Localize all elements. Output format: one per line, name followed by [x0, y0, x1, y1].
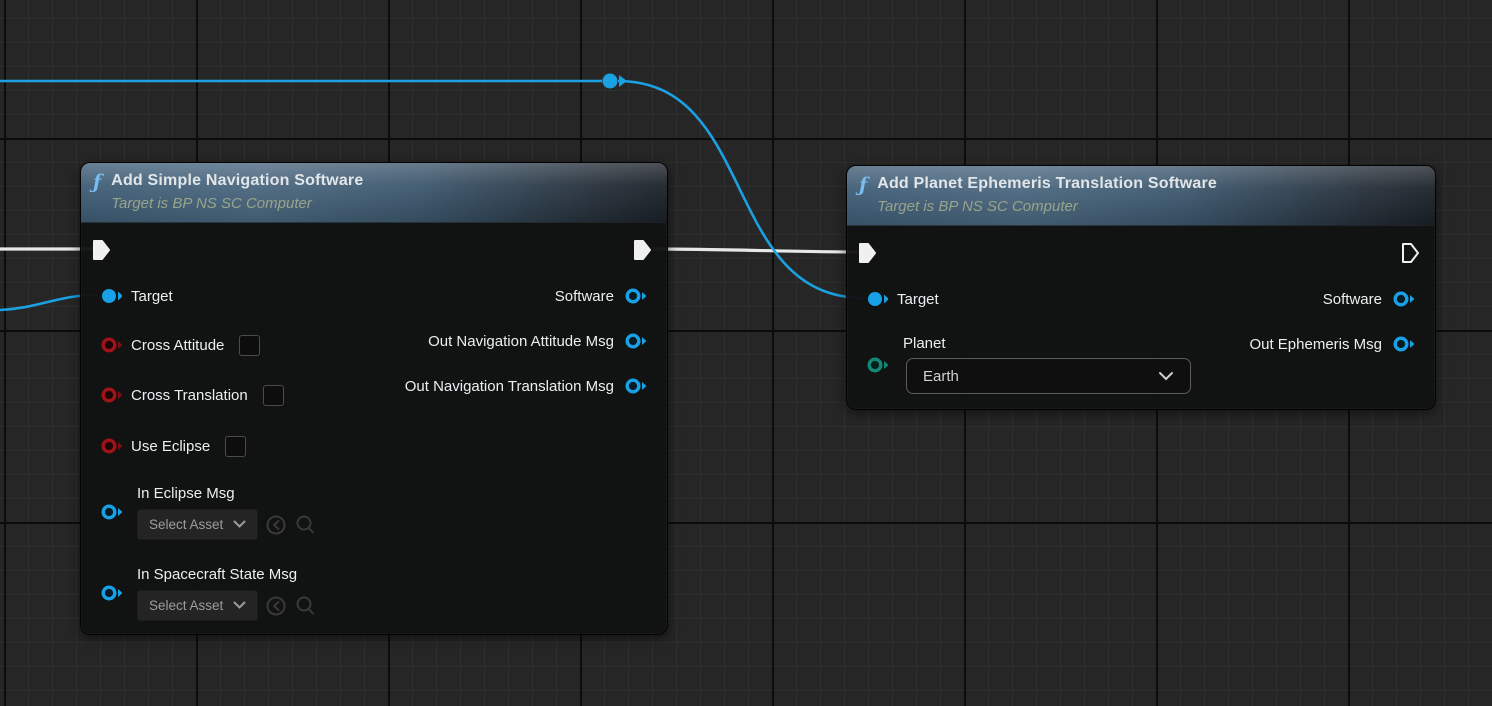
target-pin-label: Target — [897, 291, 939, 308]
planet-pin[interactable] — [862, 354, 888, 376]
function-icon: ƒ — [93, 171, 101, 193]
browse-asset-icon[interactable] — [294, 595, 316, 617]
in-spacecraft-state-msg-label: In Spacecraft State Msg — [137, 566, 316, 583]
in-eclipse-msg-label: In Eclipse Msg — [137, 485, 316, 502]
node-header[interactable]: ƒ Add Simple Navigation Software Target … — [81, 163, 667, 223]
reroute-node[interactable] — [603, 74, 628, 89]
in-spacecraft-state-msg-asset-picker[interactable]: Select Asset — [137, 590, 258, 621]
target-pin[interactable] — [862, 288, 888, 310]
node-add-planet-ephemeris-translation-software[interactable]: ƒ Add Planet Ephemeris Translation Softw… — [846, 165, 1436, 410]
software-pin-label: Software — [555, 288, 614, 305]
asset-picker-value: Select Asset — [149, 517, 223, 532]
target-pin-label: Target — [131, 288, 173, 305]
function-icon: ƒ — [859, 174, 867, 196]
cross-translation-pin[interactable] — [96, 384, 122, 406]
use-selected-asset-icon[interactable] — [265, 514, 287, 536]
out-navigation-translation-msg-pin-label: Out Navigation Translation Msg — [405, 378, 614, 395]
browse-asset-icon[interactable] — [294, 514, 316, 536]
cross-translation-checkbox[interactable] — [263, 385, 284, 406]
out-ephemeris-msg-output-pin[interactable] — [1391, 333, 1419, 355]
exec-input-pin[interactable] — [90, 238, 113, 262]
cross-attitude-pin-label: Cross Attitude — [131, 337, 224, 354]
exec-output-pin[interactable] — [1399, 241, 1422, 265]
node-add-simple-navigation-software[interactable]: ƒ Add Simple Navigation Software Target … — [80, 162, 668, 635]
in-eclipse-msg-asset-picker[interactable]: Select Asset — [137, 509, 258, 540]
planet-pin-label: Planet — [903, 335, 946, 352]
asset-picker-value: Select Asset — [149, 598, 223, 613]
out-navigation-attitude-msg-pin-label: Out Navigation Attitude Msg — [428, 333, 614, 350]
software-output-pin[interactable] — [623, 285, 651, 307]
chevron-down-icon — [233, 601, 246, 610]
node-title: Add Planet Ephemeris Translation Softwar… — [877, 173, 1217, 195]
chevron-down-icon — [233, 520, 246, 529]
use-eclipse-checkbox[interactable] — [225, 436, 246, 457]
exec-input-pin[interactable] — [856, 241, 879, 265]
exec-wire-nav-to-ephem — [653, 249, 862, 252]
planet-dropdown[interactable]: Earth — [906, 358, 1191, 394]
out-navigation-attitude-msg-output-pin[interactable] — [623, 330, 651, 352]
blueprint-graph-canvas[interactable]: { "graph": { "background_color": "#26262… — [0, 0, 1492, 706]
in-spacecraft-state-msg-pin[interactable] — [96, 582, 122, 604]
exec-output-pin[interactable] — [631, 238, 654, 262]
software-output-pin[interactable] — [1391, 288, 1419, 310]
use-eclipse-pin-label: Use Eclipse — [131, 438, 210, 455]
use-selected-asset-icon[interactable] — [265, 595, 287, 617]
cross-attitude-checkbox[interactable] — [239, 335, 260, 356]
out-navigation-translation-msg-output-pin[interactable] — [623, 375, 651, 397]
node-subtitle: Target is BP NS SC Computer — [877, 197, 1217, 217]
target-pin[interactable] — [96, 285, 122, 307]
use-eclipse-pin[interactable] — [96, 435, 122, 457]
in-eclipse-msg-pin[interactable] — [96, 501, 122, 523]
cross-translation-pin-label: Cross Translation — [131, 387, 248, 404]
cross-attitude-pin[interactable] — [96, 334, 122, 356]
out-ephemeris-msg-pin-label: Out Ephemeris Msg — [1249, 336, 1382, 353]
software-pin-label: Software — [1323, 291, 1382, 308]
node-header[interactable]: ƒ Add Planet Ephemeris Translation Softw… — [847, 166, 1435, 226]
chevron-down-icon — [1158, 371, 1174, 381]
node-title: Add Simple Navigation Software — [111, 170, 363, 192]
planet-dropdown-value: Earth — [923, 368, 959, 385]
node-subtitle: Target is BP NS SC Computer — [111, 194, 363, 214]
